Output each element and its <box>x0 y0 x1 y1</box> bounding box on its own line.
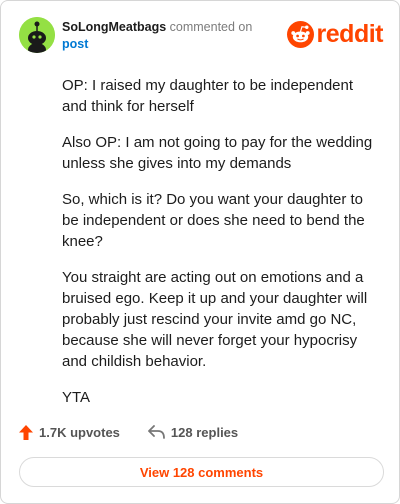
upvote-group[interactable]: 1.7K upvotes <box>19 424 120 440</box>
username[interactable]: SoLongMeatbags <box>62 20 166 34</box>
reddit-snoo-icon <box>286 20 314 48</box>
comment-body: OP: I raised my daughter to be independe… <box>62 75 374 423</box>
comment-paragraph: So, which is it? Do you want your daught… <box>62 191 365 250</box>
comment-card: SoLongMeatbags commented on post reddit … <box>0 0 400 504</box>
post-link[interactable]: post <box>62 36 262 53</box>
comment-footer: 1.7K upvotes 128 replies <box>19 421 266 443</box>
comment-header: SoLongMeatbags commented on post reddit <box>19 17 384 53</box>
comment-paragraph: OP: I raised my daughter to be independe… <box>62 77 354 115</box>
view-comments-button[interactable]: View 128 comments <box>19 457 384 487</box>
comment-paragraph: Also OP: I am not going to pay for the w… <box>62 134 373 172</box>
reply-count: 128 replies <box>170 424 239 440</box>
reply-group[interactable]: 128 replies <box>148 425 238 440</box>
snoo-avatar-icon <box>19 17 55 53</box>
action-text: commented on <box>169 20 253 34</box>
reply-arrow-icon <box>148 425 165 439</box>
comment-meta: SoLongMeatbags commented on post <box>62 19 262 53</box>
reddit-wordmark: reddit <box>316 19 384 48</box>
avatar[interactable] <box>19 17 55 53</box>
comment-paragraph: YTA <box>62 389 91 406</box>
upvote-arrow-icon <box>19 424 33 440</box>
upvote-count: 1.7K upvotes <box>39 424 120 440</box>
reddit-logo[interactable]: reddit <box>286 19 384 48</box>
comment-paragraph: You straight are acting out on emotions … <box>62 269 368 370</box>
